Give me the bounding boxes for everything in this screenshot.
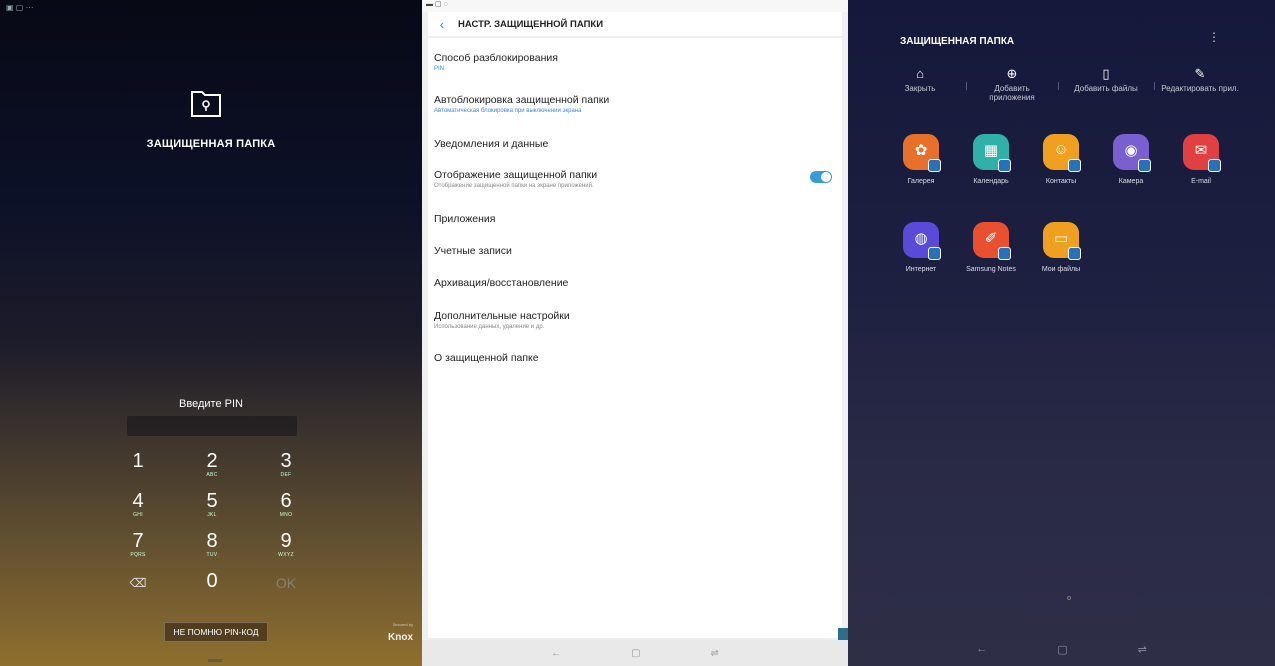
app-internet[interactable]: ◍ Интернет: [886, 222, 956, 273]
edit-apps-button[interactable]: ✎ Редактировать прил.: [1160, 64, 1240, 93]
settings-item-advanced[interactable]: Дополнительные настройки Использование д…: [428, 310, 842, 330]
app-samsung-notes[interactable]: ✐ Samsung Notes: [956, 222, 1026, 273]
settings-item-show-folder[interactable]: Отображение защищенной папки Отображение…: [428, 169, 842, 189]
home-nav-icon[interactable]: ▢: [631, 648, 640, 659]
app-email[interactable]: ✉ E-mail: [1166, 134, 1236, 185]
key-5[interactable]: 5 JKL: [182, 490, 242, 524]
key-2[interactable]: 2 ABC: [182, 450, 242, 484]
add-circle-icon: ⊕: [1006, 66, 1018, 81]
home-nav-icon[interactable]: ▢: [1057, 643, 1067, 656]
settings-item-autolock[interactable]: Автоблокировка защищенной папки Автомати…: [428, 94, 842, 114]
edge-panel-handle[interactable]: [838, 628, 848, 640]
secure-folder-home: ЗАЩИЩЕННАЯ ПАПКА ⋮ ⌂ Закрыть ⊕ Добавить …: [848, 0, 1275, 666]
backspace-key[interactable]: ⌫: [108, 572, 168, 606]
back-nav-icon[interactable]: ←: [551, 648, 561, 659]
app-gallery[interactable]: ✿ Галерея: [886, 134, 956, 185]
more-options-icon[interactable]: ⋮: [1208, 30, 1220, 44]
gallery-icon: ✿: [903, 134, 941, 172]
internet-icon: ◍: [903, 222, 941, 260]
settings-item-unlock-method[interactable]: Способ разблокирования PIN: [428, 52, 842, 72]
contacts-icon: ☺: [1043, 134, 1081, 172]
settings-item-notifications[interactable]: Уведомления и данные: [428, 138, 842, 150]
notes-icon: ✐: [973, 222, 1011, 260]
forgot-pin-button[interactable]: НЕ ПОМНЮ PIN-КОД: [164, 622, 268, 642]
pencil-icon: ✎: [1194, 66, 1206, 81]
knox-logo: Secured by Knox: [388, 622, 413, 643]
lock-icon: ⌂: [916, 66, 924, 81]
lock-title: ЗАЩИЩЕННАЯ ПАПКА: [146, 138, 276, 150]
file-icon: ▯: [1102, 66, 1110, 81]
calendar-icon: ▦: [973, 134, 1011, 172]
navigation-bar: ← ▢ ⇌: [422, 640, 848, 666]
lock-screen: ▣ ▢ ··· ЗАЩИЩЕННАЯ ПАПКА Введите PIN 1 2…: [0, 0, 422, 666]
page-title: НАСТР. ЗАЩИЩЕННОЙ ПАПКИ: [458, 18, 604, 30]
recents-nav-icon[interactable]: ⇌: [711, 648, 719, 659]
status-bar: ▬ ▢ ◌: [422, 0, 848, 12]
camera-icon: ◉: [1113, 134, 1151, 172]
back-nav-icon[interactable]: ←: [976, 643, 987, 656]
key-7[interactable]: 7 PQRS: [108, 530, 168, 564]
pin-prompt: Введите PIN: [179, 398, 243, 410]
divider: [1154, 82, 1155, 90]
show-folder-toggle[interactable]: [810, 171, 832, 183]
app-my-files[interactable]: ▭ Мои файлы: [1026, 222, 1096, 273]
pin-input[interactable]: [127, 416, 297, 436]
email-icon: ✉: [1183, 134, 1221, 172]
page-title: ЗАЩИЩЕННАЯ ПАПКА: [900, 36, 1015, 47]
divider: [966, 82, 967, 90]
my-files-icon: ▭: [1043, 222, 1081, 260]
key-3[interactable]: 3 DEF: [256, 450, 316, 484]
key-4[interactable]: 4 GHI: [108, 490, 168, 524]
home-indicator: [208, 659, 222, 662]
divider: [1058, 82, 1059, 90]
settings-item-apps[interactable]: Приложения: [428, 213, 842, 225]
settings-header: ‹ НАСТР. ЗАЩИЩЕННОЙ ПАПКИ: [428, 12, 842, 36]
settings-item-backup[interactable]: Архивация/восстановление: [428, 277, 842, 289]
status-bar: ▣ ▢ ···: [6, 3, 34, 12]
ok-key[interactable]: OK: [256, 572, 316, 606]
backspace-icon: ⌫: [129, 576, 147, 590]
key-8[interactable]: 8 TUV: [182, 530, 242, 564]
page-indicator: [1067, 596, 1071, 600]
secure-folder-icon: [190, 88, 222, 118]
navigation-bar: ← ▢ ⇌: [848, 643, 1275, 656]
app-contacts[interactable]: ☺ Контакты: [1026, 134, 1096, 185]
settings-screen: ▬ ▢ ◌ ‹ НАСТР. ЗАЩИЩЕННОЙ ПАПКИ Способ р…: [422, 0, 848, 666]
back-arrow-icon[interactable]: ‹: [432, 16, 452, 32]
key-6[interactable]: 6 MNO: [256, 490, 316, 524]
settings-item-about[interactable]: О защищенной папке: [428, 352, 842, 364]
recents-nav-icon[interactable]: ⇌: [1138, 643, 1147, 656]
settings-item-accounts[interactable]: Учетные записи: [428, 245, 842, 257]
add-apps-button[interactable]: ⊕ Добавить приложения: [972, 64, 1052, 102]
add-files-button[interactable]: ▯ Добавить файлы: [1066, 64, 1146, 93]
settings-list: Способ разблокирования PIN Автоблокировк…: [428, 38, 842, 638]
key-9[interactable]: 9 WXYZ: [256, 530, 316, 564]
app-camera[interactable]: ◉ Камера: [1096, 134, 1166, 185]
app-calendar[interactable]: ▦ Календарь: [956, 134, 1026, 185]
key-0[interactable]: 0: [182, 570, 242, 604]
lock-button[interactable]: ⌂ Закрыть: [880, 64, 960, 93]
key-1[interactable]: 1: [108, 450, 168, 484]
